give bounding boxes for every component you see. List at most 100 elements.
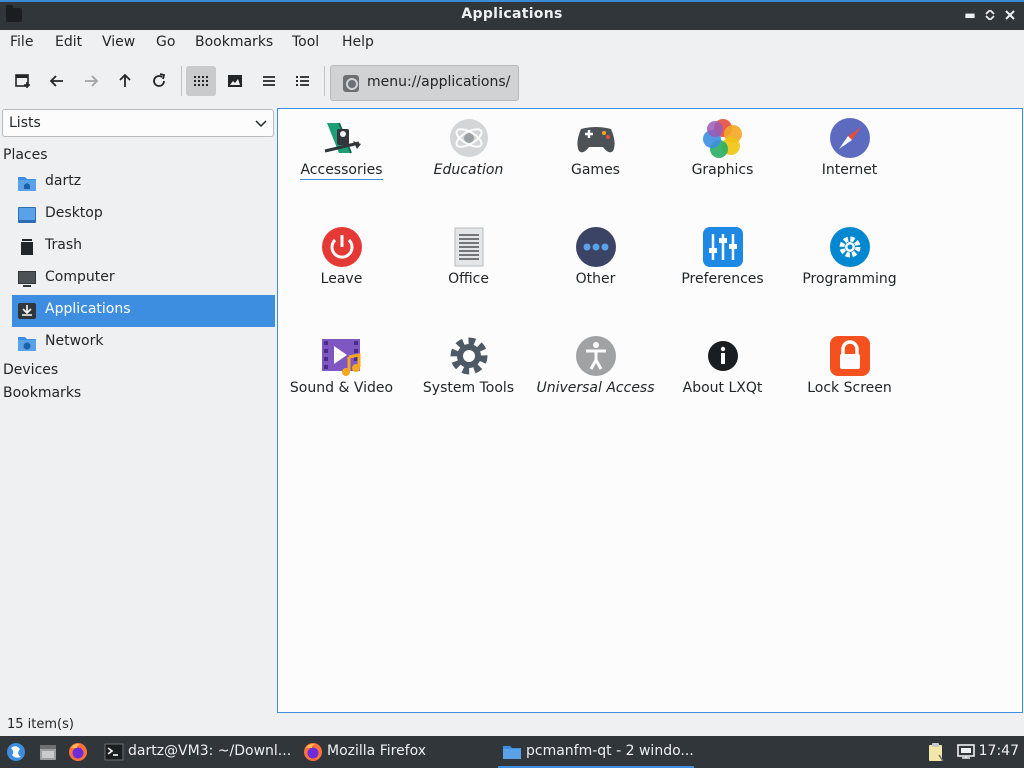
app-tile-preferences[interactable]: Preferences: [659, 218, 786, 318]
power-icon: [322, 227, 362, 267]
restore-icon: [985, 8, 995, 22]
detailed-list-icon: [296, 76, 309, 86]
forward-button[interactable]: [76, 66, 106, 96]
sidebar-item-computer[interactable]: Computer: [12, 263, 275, 295]
app-tile-lock-screen[interactable]: Lock Screen: [786, 327, 913, 427]
tray-network[interactable]: [952, 736, 980, 768]
main-menu-button[interactable]: [2, 736, 30, 768]
sidebar-item-applications[interactable]: Applications: [12, 295, 275, 327]
app-tile-games[interactable]: Games: [532, 109, 659, 209]
minimize-button[interactable]: ▬: [962, 6, 978, 24]
close-button[interactable]: [1002, 6, 1018, 24]
cog-icon: [450, 337, 488, 375]
back-button[interactable]: [42, 66, 72, 96]
new-tab-icon: [15, 74, 30, 88]
menu-help[interactable]: Help: [342, 34, 374, 50]
clock[interactable]: 17:47: [979, 743, 1019, 759]
lock-icon: [830, 336, 870, 376]
document-icon: [454, 227, 484, 267]
close-icon: [1005, 10, 1015, 20]
app-tile-sound-video[interactable]: Sound & Video: [278, 327, 405, 427]
task-pcmanfm[interactable]: pcmanfm-qt - 2 windo...: [498, 736, 694, 768]
menu-go[interactable]: Go: [156, 34, 175, 50]
taskbar: dartz@VM3: ~/Downl... Mozilla Firefox pc…: [0, 736, 1024, 768]
sidebar-item-desktop[interactable]: Desktop: [12, 199, 275, 231]
quicklaunch-firefox[interactable]: [64, 736, 92, 768]
sidebar-item-trash[interactable]: Trash: [12, 231, 275, 263]
sidebar-item-network[interactable]: Network: [12, 327, 275, 359]
folder-icon: [503, 746, 521, 759]
app-tile-label: System Tools: [422, 380, 515, 396]
app-tile-leave[interactable]: Leave: [278, 218, 405, 318]
sidebar-item-dartz[interactable]: dartz: [12, 167, 275, 199]
app-tile-label: Office: [448, 271, 489, 287]
gear-icon: [830, 227, 870, 267]
menu-bar: File Edit View Go Bookmarks Tool Help: [0, 30, 1024, 56]
app-tile-about-lxqt[interactable]: About LXQt: [659, 327, 786, 427]
list-icon: [263, 76, 275, 86]
app-tile-label: Programming: [802, 271, 897, 287]
grid-icon: [194, 76, 208, 86]
devices-heading[interactable]: Devices: [3, 362, 58, 378]
sidebar-item-label: Computer: [45, 269, 115, 285]
up-button[interactable]: [110, 66, 140, 96]
compact-view-button[interactable]: [254, 66, 284, 96]
menu-tool[interactable]: Tool: [292, 34, 319, 50]
menu-bookmarks[interactable]: Bookmarks: [195, 34, 273, 50]
tray-clipboard[interactable]: [922, 736, 950, 768]
app-tile-other[interactable]: Other: [532, 218, 659, 318]
home-folder-icon: [18, 177, 36, 191]
new-tab-button[interactable]: [8, 66, 38, 96]
menu-view[interactable]: View: [102, 34, 135, 50]
side-panel-mode-select[interactable]: Lists: [2, 109, 274, 137]
app-tile-graphics[interactable]: Graphics: [659, 109, 786, 209]
address-bar[interactable]: menu://applications/: [330, 65, 519, 101]
address-path: menu://applications/: [367, 74, 511, 90]
arrow-left-icon: [49, 75, 63, 87]
title-bar: Applications ▬: [0, 0, 1024, 30]
window-title: Applications: [461, 6, 563, 22]
terminal-icon: [104, 743, 124, 761]
toolbar-separator: [181, 66, 182, 96]
task-label: Mozilla Firefox: [327, 743, 427, 759]
app-tile-programming[interactable]: Programming: [786, 218, 913, 318]
restore-button[interactable]: [982, 6, 998, 24]
firefox-icon: [69, 743, 87, 761]
places-heading[interactable]: Places: [3, 147, 48, 163]
file-view[interactable]: Accessories Education Games Graphics Int…: [277, 108, 1023, 713]
detailed-list-view-button[interactable]: [288, 66, 318, 96]
quicklaunch-file-manager[interactable]: [34, 736, 62, 768]
games-icon: [577, 127, 615, 153]
more-icon: [576, 227, 616, 267]
education-icon: [450, 119, 488, 157]
reload-button[interactable]: [144, 66, 174, 96]
app-tile-internet[interactable]: Internet: [786, 109, 913, 209]
app-tile-label: Leave: [320, 271, 363, 287]
app-tile-office[interactable]: Office: [405, 218, 532, 318]
chevron-down-icon: [255, 120, 267, 128]
icon-view-button[interactable]: [186, 66, 216, 96]
menu-edit[interactable]: Edit: [55, 34, 82, 50]
status-bar: 15 item(s): [0, 714, 1024, 736]
app-tile-accessories[interactable]: Accessories: [278, 109, 405, 209]
thumbnail-view-button[interactable]: [220, 66, 250, 96]
bookmarks-heading[interactable]: Bookmarks: [3, 385, 81, 401]
sliders-icon: [703, 227, 743, 267]
sidebar-item-label: Network: [45, 333, 104, 349]
task-label: pcmanfm-qt - 2 windo...: [526, 743, 694, 759]
app-tile-label: Accessories: [300, 162, 383, 180]
task-terminal[interactable]: dartz@VM3: ~/Downl...: [100, 736, 295, 768]
app-tile-universal-access[interactable]: Universal Access: [532, 327, 659, 427]
app-tile-label: Preferences: [681, 271, 764, 287]
side-panel-mode-value: Lists: [9, 115, 41, 131]
file-manager-icon: [40, 745, 56, 760]
desktop-icon: [18, 207, 36, 223]
task-firefox[interactable]: Mozilla Firefox: [299, 736, 489, 768]
sidebar-item-label: dartz: [45, 173, 82, 189]
app-tile-education[interactable]: Education: [405, 109, 532, 209]
menu-file[interactable]: File: [10, 34, 33, 50]
app-tile-system-tools[interactable]: System Tools: [405, 327, 532, 427]
image-icon: [228, 75, 242, 87]
toolbar-separator: [324, 66, 325, 96]
info-icon: [708, 341, 738, 371]
